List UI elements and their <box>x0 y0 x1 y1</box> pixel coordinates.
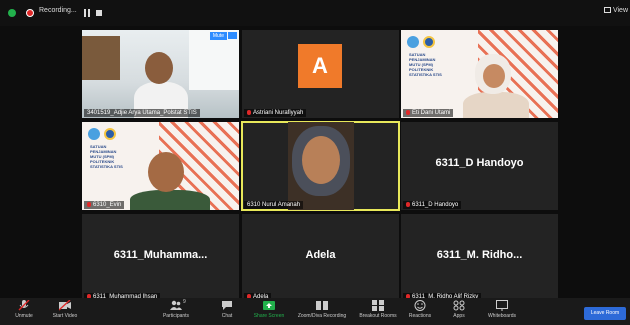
participant-name-text: Eti Dani Utami <box>412 110 451 116</box>
participant-name: 3401519_Adjie Arya Utama_Polstat STIS <box>84 109 200 117</box>
participant-name-text: 6310_Evin <box>93 202 122 208</box>
zoom-apps-label: Zoom/Diva Recording <box>297 313 347 319</box>
whiteboards-label: Whiteboards <box>487 313 517 319</box>
participants-icon <box>170 300 182 310</box>
mic-off-icon <box>18 300 30 311</box>
view-button[interactable]: View <box>603 7 628 14</box>
participant-display-name: Adela <box>305 249 336 262</box>
chat-icon <box>222 301 232 310</box>
banner-text: SATUAN PENJAMINAN MUTU (SPM) POLITEKNIK … <box>409 52 442 77</box>
start-video-button[interactable]: Start Video <box>48 300 82 319</box>
video-tile-adela[interactable]: Adela Adela <box>242 214 399 302</box>
video-off-icon <box>59 300 71 311</box>
video-tile-nurul-active-speaker[interactable]: 6310 Nurul Amanah <box>241 121 400 211</box>
meeting-top-bar: Recording... View <box>0 0 630 26</box>
zoom-apps-button[interactable]: Zoom/Diva Recording <box>292 300 352 319</box>
video-tile-handoyo[interactable]: 6311_D Handoyo 6311_D Handoyo <box>401 122 558 210</box>
participant-body <box>463 92 529 118</box>
logo-icon <box>407 36 419 48</box>
participant-name-text: 6311_D Handoyo <box>412 202 459 208</box>
video-tile-eti[interactable]: SATUAN PENJAMINAN MUTU (SPM) POLITEKNIK … <box>401 30 558 118</box>
participant-face <box>302 136 340 184</box>
logo-icon <box>423 36 435 48</box>
chat-button[interactable]: Chat <box>216 300 238 319</box>
participant-name: 6310_Evin <box>84 201 125 209</box>
video-tile-muhammad[interactable]: 6311_Muhamma... 6311_Muhammad Ihsan <box>82 214 239 302</box>
breakout-rooms-button[interactable]: Breakout Rooms <box>356 300 400 319</box>
whiteboards-button[interactable]: Whiteboards <box>482 300 522 319</box>
participant-name-text: Astriani Nurafiyyah <box>253 110 304 116</box>
video-tile-evin[interactable]: SATUAN PENJAMINAN MUTU (SPM) POLITEKNIK … <box>82 122 239 210</box>
security-shield-icon[interactable] <box>8 9 16 17</box>
participants-button[interactable]: Participants <box>156 300 196 319</box>
apps-button[interactable]: Apps <box>446 300 472 319</box>
participant-name: 6311_D Handoyo <box>403 201 462 209</box>
view-label: View <box>612 7 628 14</box>
unmute-label: Unmute <box>15 313 33 319</box>
participant-head <box>148 152 184 192</box>
pause-stop-recording-icon <box>316 301 328 310</box>
institution-logos <box>407 36 441 48</box>
video-tile-astriani[interactable]: A Astriani Nurafiyyah <box>242 30 399 118</box>
participant-name: Eti Dani Utami <box>403 109 454 117</box>
mic-muted-icon <box>87 202 91 207</box>
share-screen-icon <box>263 301 275 310</box>
participants-label: Participants <box>162 313 190 319</box>
participant-display-name: 6311_Muhamma... <box>113 249 208 262</box>
pause-recording-icon[interactable] <box>84 9 91 17</box>
reactions-label: Reactions <box>408 313 432 319</box>
recording-label: Recording... <box>39 7 77 14</box>
share-screen-button[interactable]: Share Screen <box>250 300 288 319</box>
video-tile-adjie[interactable]: Mute 3401519_Adjie Arya Utama_Polstat ST… <box>82 30 239 118</box>
share-screen-label: Share Screen <box>253 313 285 319</box>
apps-label: Apps <box>453 313 465 319</box>
participant-name: Astriani Nurafiyyah <box>244 109 307 117</box>
more-options-icon[interactable] <box>228 32 237 39</box>
participant-name: 6310 Nurul Amanah <box>244 201 304 209</box>
whiteboard-icon <box>496 300 508 311</box>
logo-icon <box>88 128 100 140</box>
breakout-rooms-icon <box>372 300 384 311</box>
mic-muted-icon <box>247 110 251 115</box>
start-video-label: Start Video <box>52 313 78 319</box>
recording-indicator-icon <box>26 9 34 17</box>
participant-face <box>483 64 505 88</box>
grid-view-icon <box>603 7 611 14</box>
apps-icon <box>453 300 465 311</box>
reactions-button[interactable]: Reactions <box>406 300 434 319</box>
meeting-toolbar: Unmute Start Video Participants 9 Chat S… <box>0 298 630 325</box>
logo-icon <box>104 128 116 140</box>
institution-logos <box>88 128 122 140</box>
unmute-button[interactable]: Unmute <box>10 300 38 319</box>
participant-display-name: 6311_D Handoyo <box>435 157 524 170</box>
participant-body <box>130 190 210 210</box>
mute-badge[interactable]: Mute <box>209 32 227 40</box>
stop-recording-icon[interactable] <box>96 10 102 16</box>
bookshelf <box>82 36 120 80</box>
reactions-icon <box>414 300 426 311</box>
participant-head <box>145 52 173 84</box>
chat-label: Chat <box>221 313 233 319</box>
leave-room-button[interactable]: Leave Room <box>584 307 626 320</box>
avatar: A <box>298 44 342 88</box>
video-tile-ridho[interactable]: 6311_M. Ridho... 6311_M. Ridho Alif Rizk… <box>401 214 558 302</box>
banner-text: SATUAN PENJAMINAN MUTU (SPM) POLITEKNIK … <box>90 144 123 169</box>
mic-muted-icon <box>406 110 410 115</box>
breakout-rooms-label: Breakout Rooms <box>359 313 397 319</box>
participants-count: 9 <box>183 299 186 305</box>
mic-muted-icon <box>406 202 410 207</box>
participant-display-name: 6311_M. Ridho... <box>436 249 523 262</box>
